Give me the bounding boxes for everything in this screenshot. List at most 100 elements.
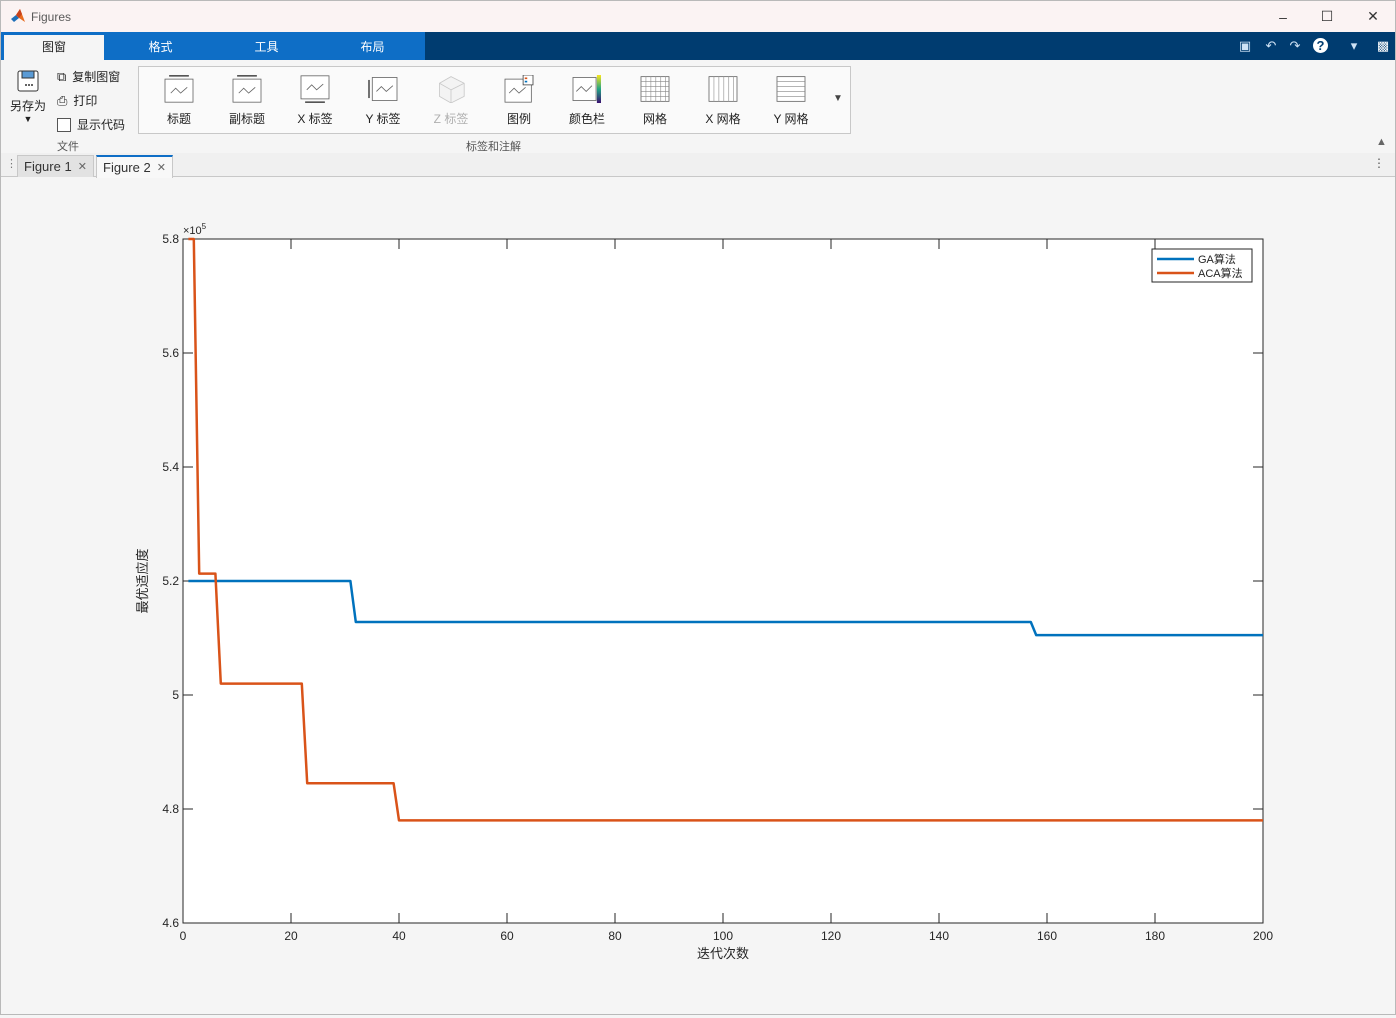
maximize-button[interactable]: ☐ [1307,1,1347,32]
y-tick-label: 5.4 [162,460,179,474]
title-button[interactable]: 标题 [149,75,209,127]
legend-entry: GA算法 [1198,252,1236,266]
title-icon [164,75,194,103]
annotate-group-label: 标签和注解 [466,141,521,153]
x-tick-label: 40 [392,929,406,943]
legend[interactable]: GA算法ACA算法 [1151,248,1253,283]
redo-icon[interactable]: ↷ [1286,37,1304,55]
colorbar-label: 颜色栏 [568,112,605,126]
x-axis-label: 迭代次数 [697,946,749,961]
zlabel-icon [439,76,465,104]
tab-figure-1[interactable]: Figure 1 ✕ [17,155,94,177]
undo-icon[interactable]: ↶ [1262,37,1280,55]
ylabel-label: Y 标签 [365,112,401,126]
y-tick-label: 5 [172,688,179,702]
collapse-ribbon-icon[interactable]: ▲ [1376,136,1387,148]
ylabel-button[interactable]: Y 标签 [353,75,413,127]
dropdown-icon[interactable]: ▾ [1345,37,1363,55]
annotation-gallery: 标题 副标题 X 标签 Y 标签 Z 标签 图例 颜色栏 网格 X 网格 Y 网… [138,66,851,134]
x-tick-label: 60 [500,929,514,943]
copy-figure-label: 复制图窗 [72,70,121,84]
close-button[interactable]: ✕ [1353,1,1393,32]
x-tick-label: 120 [821,929,841,943]
grid-label: 网格 [642,112,667,126]
legend-entry: ACA算法 [1198,266,1243,280]
y-tick-label: 5.2 [162,574,179,588]
ylabel-icon [368,77,398,101]
x-tick-label: 80 [608,929,622,943]
tab-figure-2-label: Figure 2 [103,160,151,175]
x-tick-label: 100 [713,929,733,943]
xlabel-button[interactable]: X 标签 [285,75,345,127]
tab-layout[interactable]: 布局 [320,32,425,60]
zlabel-button[interactable]: Z 标签 [421,75,481,127]
grid-button[interactable]: 网格 [625,75,685,127]
y-exponent-label: ×105 [183,222,207,237]
figure-canvas: 0 20 40 60 80 100 120 140 160 180 200 4.6 4.8 5 5.2 5.4… [1,177,1395,1018]
save-as-label: 另存为 [9,99,46,113]
save-as-icon [17,70,39,92]
matlab-logo-icon [11,9,25,22]
ygrid-button[interactable]: Y 网格 [761,75,821,127]
gallery-expand-icon[interactable]: ▼ [833,93,843,104]
ygrid-label: Y 网格 [773,112,809,126]
colorbar-icon [572,75,601,103]
tab-grip-icon[interactable]: ⋮ [6,157,17,170]
printer-icon: ⎙ [57,92,68,108]
ribbon-tab-bar: 图窗 格式 工具 布局 [1,32,1395,60]
help-icon[interactable]: ? [1313,38,1328,53]
y-tick-label: 4.8 [162,802,179,816]
grid-icon [640,76,670,102]
print-button[interactable]: ⎙ 打印 [57,92,97,109]
x-tick-label: 20 [284,929,298,943]
tab-figure[interactable]: 图窗 [4,35,104,60]
save-icon[interactable]: ▣ [1236,37,1254,55]
zlabel-label: Z 标签 [433,112,469,126]
tab-format[interactable]: 格式 [108,32,213,60]
save-as-chevron-icon: ▼ [23,114,33,124]
xgrid-icon [708,76,738,102]
y-tick-label: 5.6 [162,346,179,360]
copy-figure-button[interactable]: ⧉ 复制图窗 [57,68,120,85]
x-tick-label: 140 [929,929,949,943]
xgrid-button[interactable]: X 网格 [693,75,753,127]
x-tick-label: 160 [1037,929,1057,943]
x-tick-label: 180 [1145,929,1165,943]
save-as-button[interactable]: 另存为 ▼ [6,68,50,124]
y-tick-label: 5.8 [162,232,179,246]
tab-figure-2[interactable]: Figure 2 ✕ [96,155,173,178]
legend-icon [504,74,534,103]
show-code-label: 显示代码 [77,118,126,132]
y-axis-label: 最优适应度 [135,548,150,613]
xgrid-label: X 网格 [705,112,741,126]
file-group-label: 文件 [57,141,79,153]
close-tab-icon[interactable]: ✕ [157,161,166,174]
x-tick-label: 0 [180,929,187,943]
title-label: 标题 [166,112,191,126]
subtitle-icon [232,75,262,103]
subtitle-label: 副标题 [228,112,265,126]
close-tab-icon[interactable]: ✕ [78,160,87,173]
tab-options-icon[interactable]: ⋮ [1373,156,1385,170]
xlabel-label: X 标签 [297,112,333,126]
legend-label: 图例 [506,112,531,126]
y-exponent-base: ×10 [183,225,202,237]
tab-figure-1-label: Figure 1 [24,159,72,174]
ygrid-icon [776,76,806,102]
dock-icon[interactable]: ▩ [1374,37,1392,55]
tab-tools[interactable]: 工具 [214,32,319,60]
xlabel-icon [300,75,330,103]
checkbox-icon[interactable] [57,117,71,132]
y-tick-label: 4.6 [162,916,179,930]
line-chart[interactable]: 0 20 40 60 80 100 120 140 160 180 200 4.6 4.8 5 5.2 5.4… [1,177,1395,1013]
minimize-button[interactable]: – [1263,1,1303,32]
subtitle-button[interactable]: 副标题 [217,75,277,127]
show-code-checkbox[interactable]: 显示代码 [57,116,125,133]
print-label: 打印 [73,94,98,108]
y-exponent-power: 5 [202,222,207,231]
title-bar: Figures – ☐ ✕ [1,1,1395,32]
colorbar-button[interactable]: 颜色栏 [557,75,617,127]
copy-icon: ⧉ [57,68,67,84]
legend-button[interactable]: 图例 [489,74,549,127]
document-tab-bar: ⋮ Figure 1 ✕ Figure 2 ✕ ⋮ [1,153,1395,178]
